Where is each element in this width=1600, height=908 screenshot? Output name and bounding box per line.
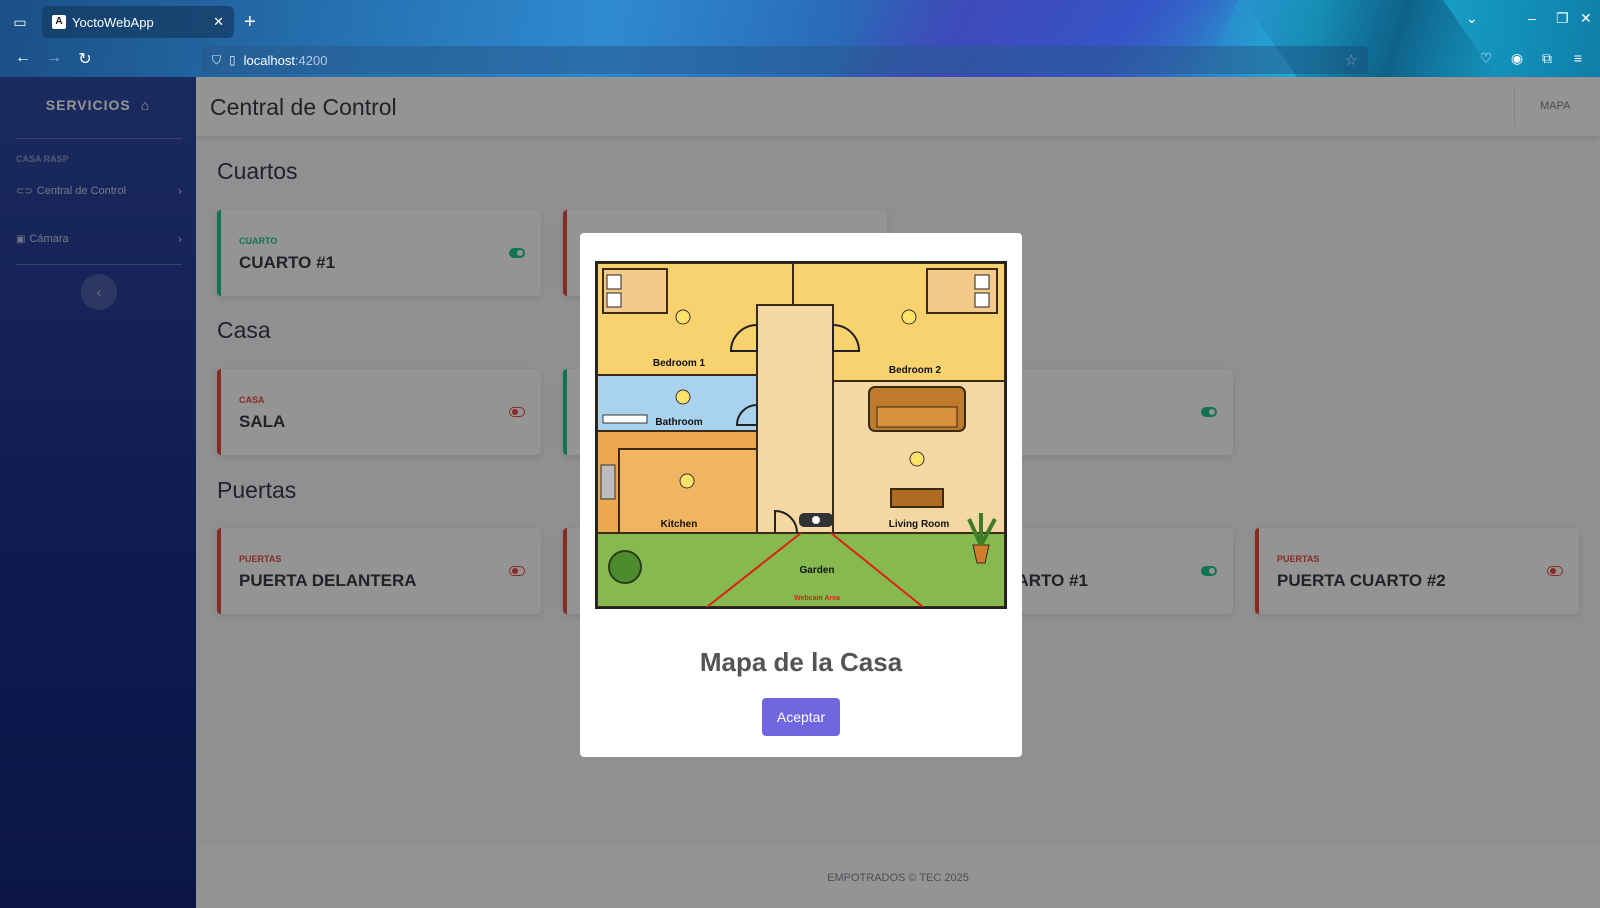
pocket-icon[interactable]: ♡: [1476, 50, 1496, 67]
map-label-bathroom: Bathroom: [655, 417, 702, 428]
nav-bar: ← → ↻ ⛉ ▯ localhost:4200 ☆ ♡ ◉ ⧉ ≡: [0, 42, 1600, 77]
menu-icon[interactable]: ≡: [1568, 50, 1588, 66]
account-icon[interactable]: ◉: [1507, 50, 1527, 67]
map-label-bedroom1: Bedroom 1: [653, 358, 706, 369]
reload-icon[interactable]: ↻: [74, 49, 96, 69]
map-label-living-room: Living Room: [889, 519, 950, 530]
url-port: :4200: [294, 52, 328, 68]
minimize-icon[interactable]: –: [1528, 10, 1536, 26]
tab-bar: ▭ A YoctoWebApp ✕ + ⌄ – ❐ ✕: [0, 0, 1600, 42]
map-label-kitchen: Kitchen: [661, 519, 698, 530]
map-label-garden: Garden: [799, 565, 834, 576]
browser-tab[interactable]: A YoctoWebApp ✕: [42, 6, 234, 38]
floor-plan-svg: Bedroom 1 Bedroom 2 Bathroom Kitchen Liv…: [597, 263, 1005, 607]
back-icon[interactable]: ←: [12, 49, 34, 67]
shield-icon[interactable]: ⛉: [212, 53, 221, 68]
forward-icon[interactable]: →: [43, 49, 65, 67]
restore-icon[interactable]: ❐: [1556, 10, 1569, 27]
new-tab-icon[interactable]: +: [244, 10, 256, 34]
house-map-image: Bedroom 1 Bedroom 2 Bathroom Kitchen Liv…: [595, 261, 1007, 609]
angular-favicon-icon: A: [52, 15, 66, 29]
url-host: localhost: [243, 52, 295, 68]
bookmark-star-icon[interactable]: ☆: [1345, 51, 1358, 69]
url-bar[interactable]: ⛉ ▯ localhost:4200 ☆: [202, 46, 1368, 74]
browser-chrome: ▭ A YoctoWebApp ✕ + ⌄ – ❐ ✕ ← → ↻ ⛉ ▯ lo…: [0, 0, 1600, 77]
map-label-webcam: Webcam Area: [794, 595, 840, 602]
map-dialog: Bedroom 1 Bedroom 2 Bathroom Kitchen Liv…: [580, 233, 1022, 757]
close-tab-icon[interactable]: ✕: [213, 14, 224, 30]
list-all-tabs-icon[interactable]: ⌄: [1466, 10, 1478, 27]
map-label-bedroom2: Bedroom 2: [889, 365, 942, 376]
tab-list-icon[interactable]: ▭: [8, 10, 32, 34]
close-window-icon[interactable]: ✕: [1580, 10, 1592, 27]
page-icon: ▯: [229, 53, 236, 67]
modal-title: Mapa de la Casa: [699, 647, 903, 677]
extensions-icon[interactable]: ⧉: [1537, 50, 1557, 67]
tab-title: YoctoWebApp: [72, 14, 154, 30]
accept-button[interactable]: Aceptar: [762, 698, 840, 736]
